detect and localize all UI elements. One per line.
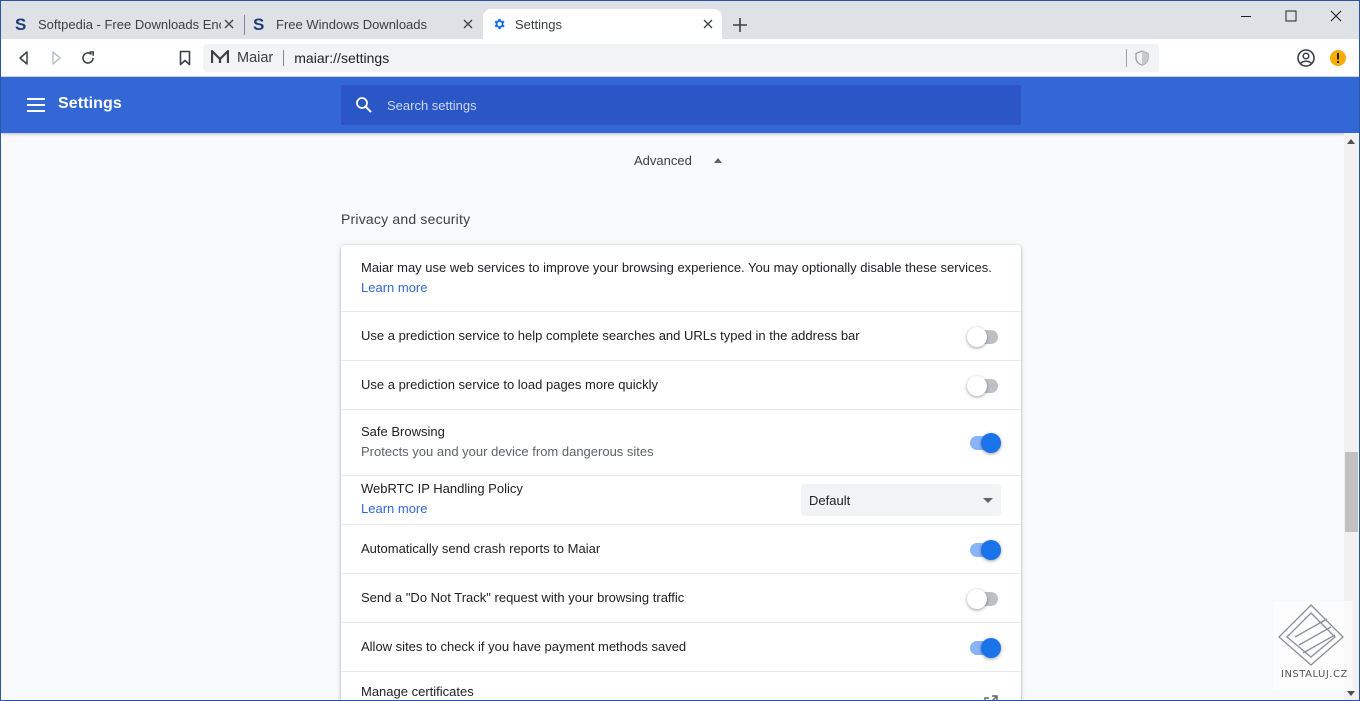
settings-search[interactable] (341, 85, 1021, 125)
maximize-button[interactable] (1268, 1, 1314, 31)
tab-softpedia[interactable]: S Softpedia - Free Downloads Encyclopedi… (1, 9, 243, 39)
browser-name: Maiar (237, 50, 274, 66)
softpedia-icon: S (14, 16, 30, 32)
hamburger-menu-icon[interactable] (25, 94, 47, 116)
toggle-switch[interactable] (967, 376, 1001, 396)
browser-brand: Maiar (210, 49, 274, 67)
close-icon[interactable] (700, 16, 716, 32)
new-tab-button[interactable] (730, 15, 750, 35)
settings-header: Settings (1, 77, 1359, 133)
tab-strip: S Softpedia - Free Downloads Encyclopedi… (1, 1, 1359, 39)
setting-sublabel: Protects you and your device from danger… (361, 444, 654, 459)
minimize-button[interactable] (1223, 1, 1269, 31)
setting-label: Manage certificates (361, 684, 474, 699)
omnibox-divider (283, 50, 285, 66)
svg-text:S: S (253, 16, 264, 32)
external-link-icon (983, 694, 999, 700)
setting-label: Send a "Do Not Track" request with your … (361, 590, 685, 605)
watermark-text: INSTALUJ.CZ (1281, 669, 1348, 680)
setting-row-payment-methods[interactable]: Allow sites to check if you have payment… (341, 622, 1021, 671)
tab-free-windows-downloads[interactable]: S Free Windows Downloads (245, 9, 482, 39)
setting-row-do-not-track[interactable]: Send a "Do Not Track" request with your … (341, 573, 1021, 622)
reload-button[interactable] (76, 46, 100, 70)
toggle-switch[interactable] (967, 589, 1001, 609)
dropdown-arrow-icon (983, 498, 993, 503)
tab-title: Softpedia - Free Downloads Encyclopedia (38, 16, 221, 32)
setting-row-page-prediction[interactable]: Use a prediction service to load pages m… (341, 360, 1021, 409)
maiar-logo-icon (210, 49, 230, 67)
privacy-card: Maiar may use web services to improve yo… (341, 245, 1021, 700)
setting-label: Use a prediction service to load pages m… (361, 377, 658, 392)
watermark-logo-icon (1278, 604, 1344, 666)
address-bar[interactable]: Maiar maiar://settings (203, 44, 1159, 72)
setting-row-manage-certificates[interactable]: Manage certificates (341, 671, 1021, 700)
profile-icon[interactable] (1294, 46, 1318, 70)
back-button[interactable] (12, 46, 36, 70)
bookmark-icon[interactable] (173, 46, 197, 70)
setting-label: Safe Browsing (361, 424, 445, 439)
intro-row: Maiar may use web services to improve yo… (341, 245, 1021, 311)
advanced-toggle[interactable]: Advanced (634, 153, 722, 168)
close-icon[interactable] (221, 16, 237, 32)
tab-settings[interactable]: Settings (483, 9, 722, 39)
scroll-down-arrow-icon[interactable] (1347, 691, 1355, 696)
toggle-switch[interactable] (967, 540, 1001, 560)
setting-label: Use a prediction service to help complet… (361, 328, 860, 343)
scrollbar-thumb[interactable] (1345, 452, 1358, 532)
softpedia-icon: S (252, 16, 268, 32)
section-title: Privacy and security (341, 211, 471, 227)
toggle-switch[interactable] (967, 638, 1001, 658)
toolbar: Maiar maiar://settings (1, 39, 1359, 77)
webrtc-policy-select[interactable]: Default (801, 484, 1001, 516)
learn-more-link[interactable]: Learn more (361, 278, 1001, 298)
tab-title: Settings (515, 16, 562, 32)
toggle-switch[interactable] (967, 433, 1001, 453)
setting-label: Automatically send crash reports to Maia… (361, 541, 601, 556)
forward-button[interactable] (44, 46, 68, 70)
close-icon[interactable] (460, 16, 476, 32)
setting-row-search-prediction[interactable]: Use a prediction service to help complet… (341, 311, 1021, 360)
toggle-switch[interactable] (967, 327, 1001, 347)
setting-row-crash-reports[interactable]: Automatically send crash reports to Maia… (341, 524, 1021, 573)
browser-window: S Softpedia - Free Downloads Encyclopedi… (0, 0, 1360, 701)
search-input[interactable] (387, 97, 987, 113)
window-close-button[interactable] (1313, 1, 1359, 31)
setting-label: WebRTC IP Handling Policy (361, 481, 523, 496)
page-title: Settings (58, 95, 122, 112)
collapse-arrow-icon (713, 158, 722, 163)
settings-content: Advanced Privacy and security Maiar may … (1, 133, 1344, 700)
search-icon (355, 96, 373, 114)
url-text[interactable]: maiar://settings (294, 50, 389, 66)
intro-text: Maiar may use web services to improve yo… (361, 260, 992, 275)
watermark: INSTALUJ.CZ (1273, 601, 1353, 691)
alert-icon[interactable] (1326, 46, 1350, 70)
setting-row-safe-browsing[interactable]: Safe Browsing Protects you and your devi… (341, 409, 1021, 475)
gear-icon (491, 16, 507, 32)
setting-label: Allow sites to check if you have payment… (361, 639, 687, 654)
select-value: Default (809, 492, 851, 508)
svg-text:S: S (15, 16, 26, 32)
setting-row-webrtc: WebRTC IP Handling Policy Learn more Def… (341, 475, 1021, 524)
learn-more-link[interactable]: Learn more (361, 499, 523, 519)
shield-icon[interactable] (1126, 49, 1149, 67)
scroll-up-arrow-icon[interactable] (1347, 139, 1355, 144)
tab-title: Free Windows Downloads (276, 16, 428, 32)
advanced-label: Advanced (634, 153, 692, 168)
